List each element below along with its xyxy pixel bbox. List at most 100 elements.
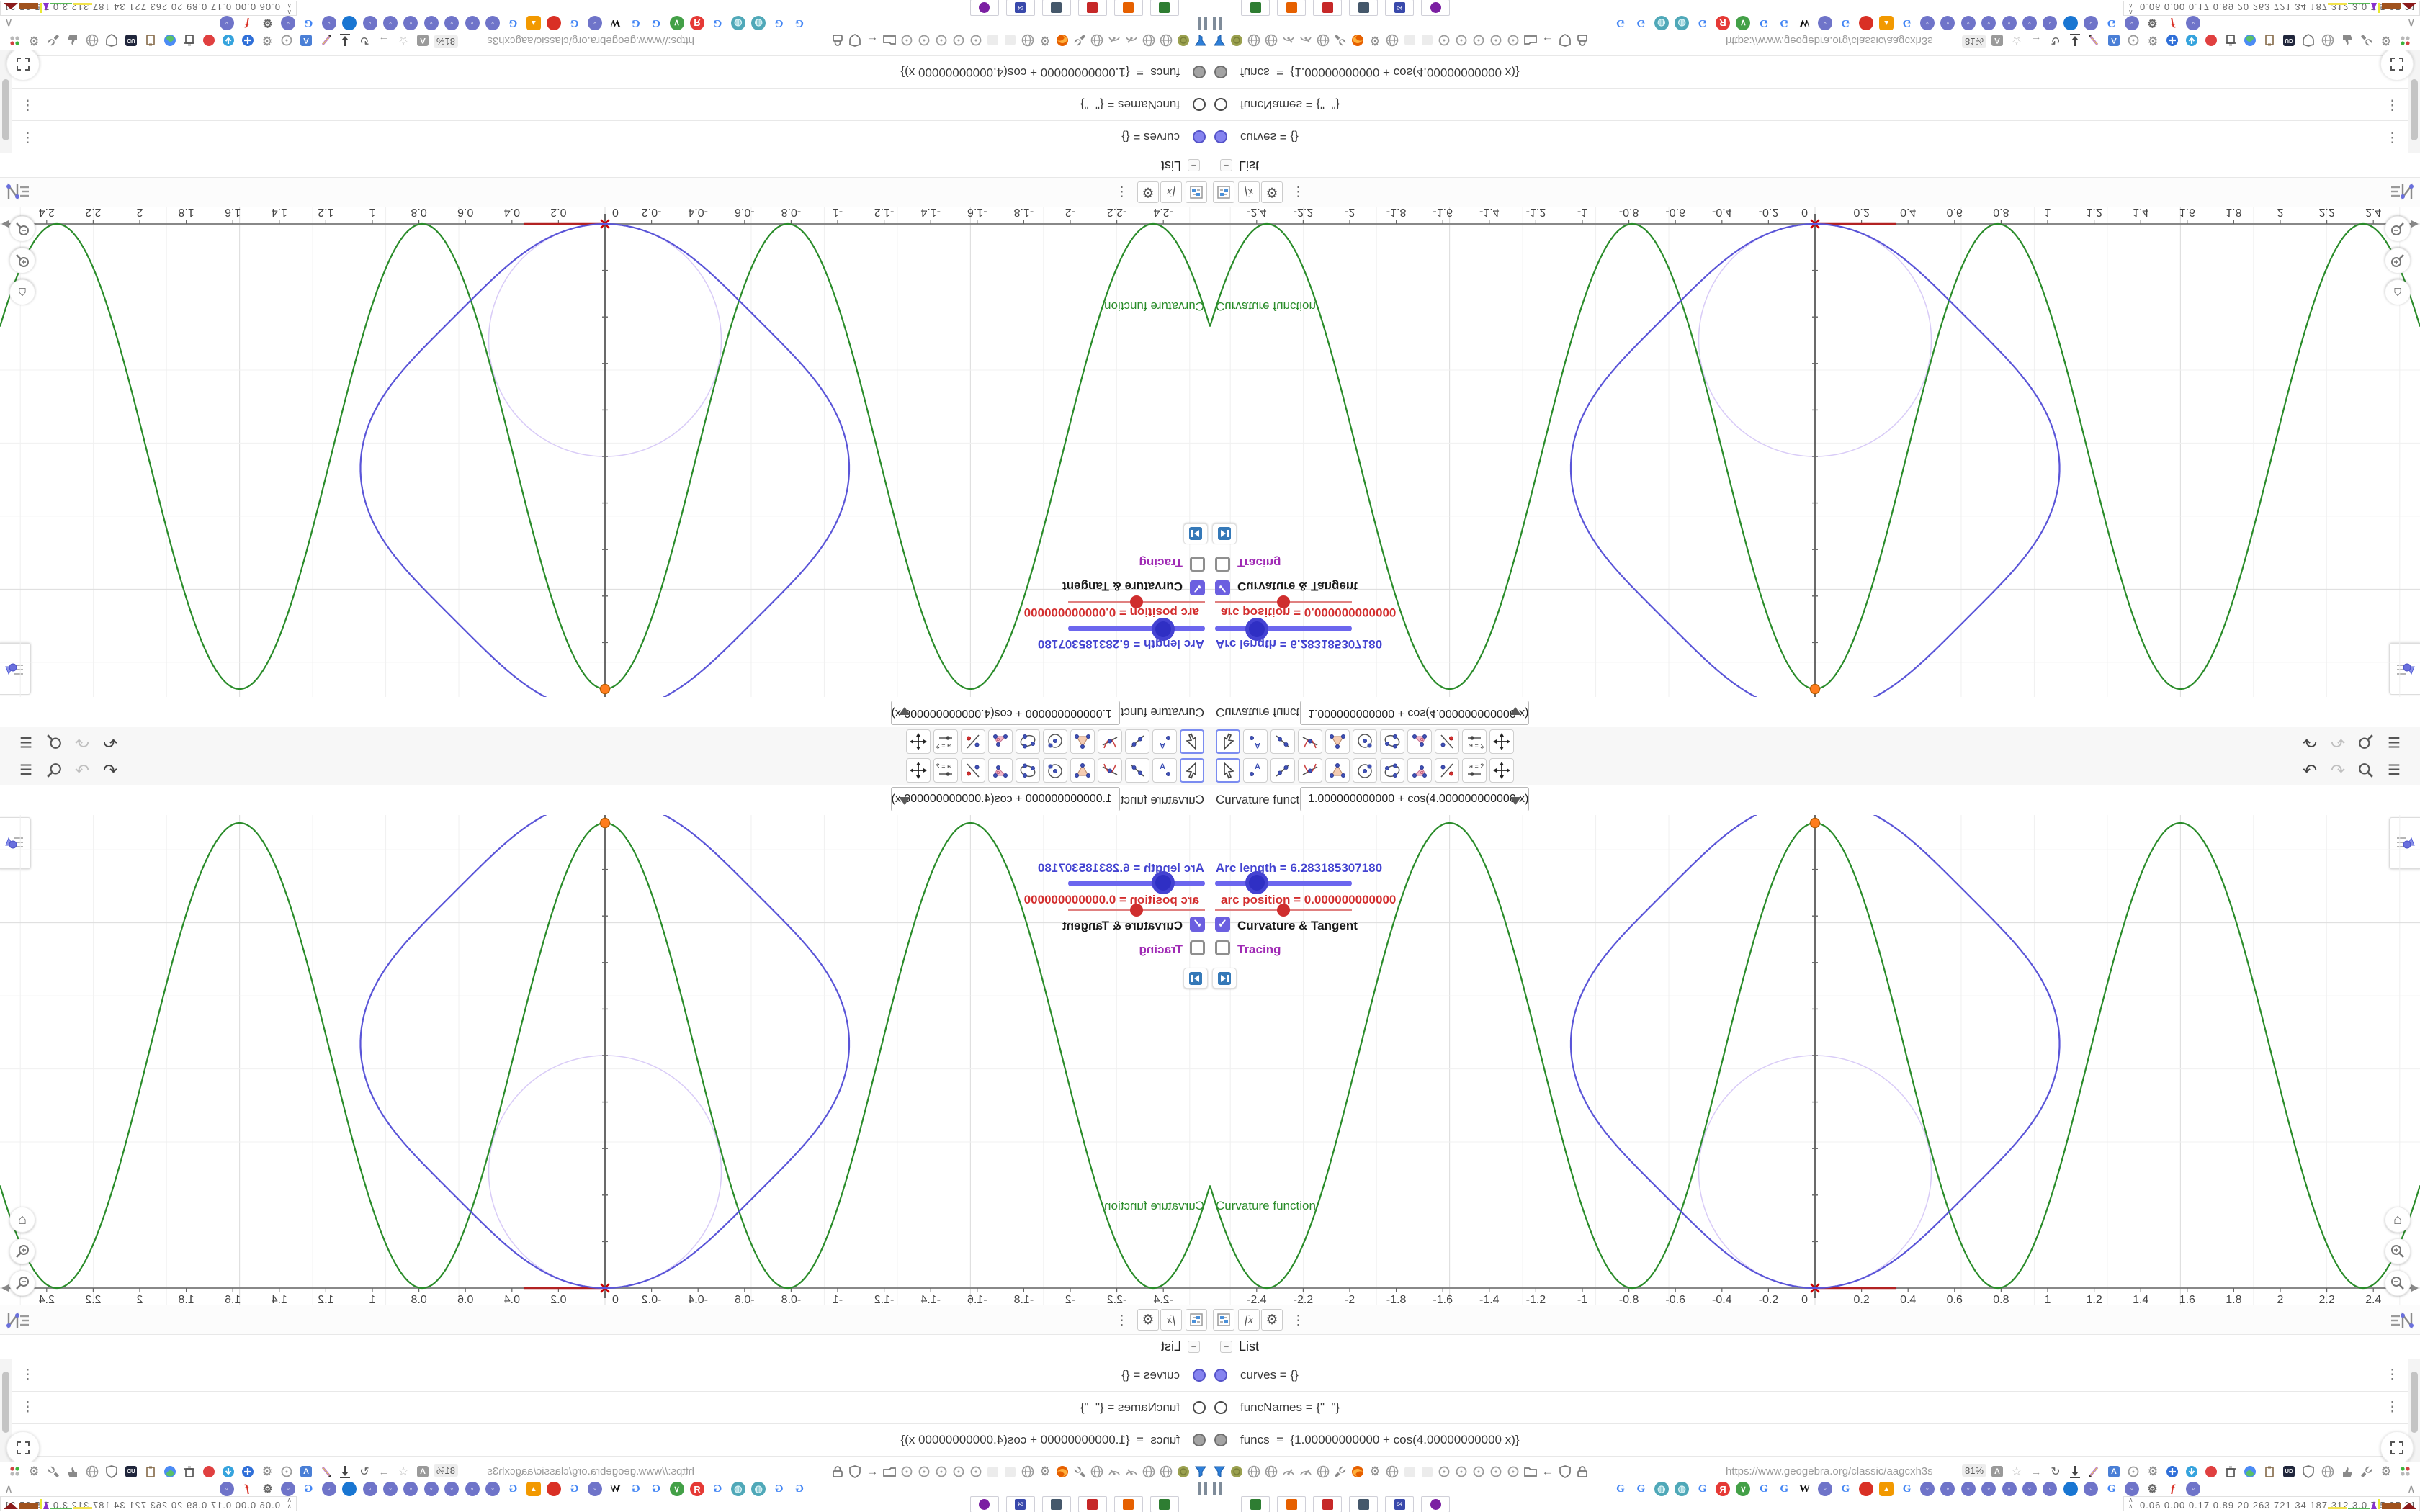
tab-favicon-sphere[interactable]: ◍ (730, 1482, 745, 1496)
transA-icon[interactable]: A (415, 1464, 431, 1480)
pen-icon[interactable] (2087, 1464, 2102, 1480)
tab-favicon-G[interactable]: G (2105, 1482, 2119, 1496)
ud-icon[interactable]: UD (123, 1464, 139, 1480)
reload-icon[interactable]: ↻ (2048, 32, 2063, 48)
redo-icon[interactable]: ↷ (72, 761, 92, 780)
zoom-level-badge[interactable]: 81% (433, 1464, 458, 1477)
globe-icon[interactable] (1315, 1464, 1331, 1480)
ud-icon[interactable]: UD (2281, 1464, 2297, 1480)
tab-favicon-G[interactable]: G (506, 1482, 520, 1496)
tab-favicon-W[interactable]: W (608, 16, 622, 30)
shield-icon[interactable] (847, 1464, 863, 1480)
algebra-view-button[interactable] (1186, 181, 1207, 203)
shield-icon[interactable] (104, 32, 120, 48)
lock-icon[interactable] (1574, 32, 1590, 48)
tab-favicon-leaf[interactable]: ∨ (1736, 1482, 1751, 1496)
leds-icon[interactable] (6, 1464, 22, 1480)
tab-favicon-reddot[interactable] (1858, 1482, 1873, 1496)
download-icon[interactable] (337, 32, 353, 48)
tab-favicon-leaf[interactable]: ∨ (669, 16, 684, 30)
plusc-icon[interactable] (240, 1464, 256, 1480)
tab-favicon-W[interactable]: W (1798, 1482, 1812, 1496)
algebra-scrollbar-thumb[interactable] (2411, 79, 2418, 140)
undo-icon[interactable]: ↶ (2300, 761, 2320, 780)
tab-favicon-photo[interactable]: ▲ (1879, 16, 1894, 30)
tab-favicon-G[interactable]: G (792, 1482, 807, 1496)
tool-point-button[interactable]: A (1152, 729, 1177, 754)
sq-icon[interactable] (985, 32, 1001, 48)
tab-favicon-reddot[interactable] (547, 16, 562, 30)
gauge-icon[interactable] (1106, 1464, 1122, 1480)
taskbar-owl-icon[interactable] (970, 0, 999, 16)
tab-favicon-knot[interactable]: ◦ (2084, 16, 2099, 30)
tab-favicon-knot[interactable]: ◦ (281, 1482, 295, 1496)
taskbar-floppy-icon[interactable]: 64 (1006, 0, 1035, 16)
tab-favicon-knot[interactable]: ◦ (383, 16, 398, 30)
tab-favicon-G[interactable]: G (649, 16, 663, 30)
arrowL-icon[interactable]: ← (864, 32, 880, 48)
reddot-icon[interactable] (201, 1464, 217, 1480)
tab-favicon-knot[interactable]: ◦ (485, 1482, 500, 1496)
funnel-icon[interactable] (1211, 1464, 1227, 1480)
tab-favicon-G[interactable]: G (568, 16, 582, 30)
tab-favicon-ya[interactable]: Я (1716, 16, 1730, 30)
tab-favicon-G[interactable]: G (1757, 16, 1771, 30)
oring-icon[interactable] (933, 1464, 949, 1480)
tool-ellipse-button[interactable] (1016, 729, 1040, 754)
algebra-row-curves[interactable]: curves = {} ⋮ (0, 120, 1210, 153)
chevron-up-icon[interactable]: ∧ (2407, 16, 2416, 30)
zoom-level-badge[interactable]: 81% (433, 35, 458, 48)
oring-icon[interactable] (899, 32, 915, 48)
step-play-button[interactable] (1183, 523, 1208, 544)
tab-favicon-knot[interactable]: ◦ (281, 16, 295, 30)
globe-icon[interactable] (1384, 1464, 1400, 1480)
graphics-view[interactable]: -2.4 -2.2 -2 -1.8 -1.6 -1.4 -1.2 -1 -0.8 -0.6 -0.4… (0, 207, 1210, 697)
tool-circle-button[interactable] (1353, 729, 1377, 754)
fx-button[interactable]: fx (1238, 1309, 1260, 1331)
globe-icon[interactable] (1158, 1464, 1174, 1480)
tab-favicon-sphere[interactable]: ◍ (751, 1482, 766, 1496)
plusc-icon[interactable] (2164, 32, 2180, 48)
step-play-button[interactable] (1183, 968, 1208, 989)
arrowL-icon[interactable]: ← (864, 1464, 880, 1480)
tab-favicon-knot[interactable]: ◦ (2043, 1482, 2058, 1496)
sq-icon[interactable] (1419, 1464, 1435, 1480)
tab-favicon-knot[interactable]: ◦ (485, 16, 500, 30)
tool-angle-button[interactable]: α (988, 758, 1013, 783)
tab-favicon-knot[interactable]: ◦ (2125, 16, 2139, 30)
visibility-toggle[interactable] (1193, 66, 1206, 78)
tool-translate-button[interactable] (1489, 758, 1514, 783)
tab-favicon-photo[interactable]: ▲ (1879, 1482, 1894, 1496)
funnel-icon[interactable] (1211, 32, 1227, 48)
globe-icon[interactable] (1263, 1464, 1279, 1480)
tab-favicon-G[interactable]: G (1838, 1482, 1852, 1496)
visibility-toggle[interactable] (1214, 1401, 1227, 1414)
reload-icon[interactable]: ↻ (357, 1464, 372, 1480)
star-icon[interactable]: ☆ (395, 1464, 411, 1480)
tab-favicon-knot[interactable]: ◦ (588, 1482, 602, 1496)
curve-label[interactable]: Curvature function (1104, 1199, 1204, 1213)
tab-favicon-G[interactable]: G (1613, 16, 1628, 30)
arc-position-slider-knob[interactable] (1130, 595, 1143, 608)
taskbar-floppy-icon[interactable]: 64 (1385, 1496, 1414, 1512)
gear-icon[interactable]: ⚙ (26, 32, 42, 48)
globe-icon[interactable] (1246, 1464, 1262, 1480)
algebra-row-funcs[interactable]: funcs = {1.00000000000 + cos(4.000000000… (1210, 55, 2420, 88)
arrowR-icon[interactable]: → (376, 1464, 392, 1480)
sq-icon[interactable] (1003, 1464, 1018, 1480)
row-menu-icon[interactable]: ⋮ (21, 1399, 35, 1416)
tool-reflect-button[interactable] (1435, 758, 1459, 783)
tab-favicon-knot[interactable]: ◦ (424, 1482, 439, 1496)
tool-tangent-button[interactable] (1298, 758, 1322, 783)
fx-button[interactable]: fx (1160, 181, 1182, 203)
settings-gear-button[interactable]: ⚙ (1137, 1309, 1159, 1331)
tab-favicon-knot[interactable]: ◦ (2186, 16, 2201, 30)
downc-icon[interactable] (2184, 32, 2200, 48)
oring-icon[interactable] (933, 32, 949, 48)
globe-icon[interactable] (1246, 32, 1262, 48)
olive-icon[interactable] (1229, 32, 1245, 48)
redo-icon[interactable]: ↷ (2328, 761, 2348, 780)
arrowL-icon[interactable]: ← (1540, 32, 1556, 48)
curvature-function-input[interactable]: 1.000000000000 + cos(4.000000000000 x) (1300, 787, 1529, 811)
tool-ellipse-button[interactable] (1380, 758, 1404, 783)
